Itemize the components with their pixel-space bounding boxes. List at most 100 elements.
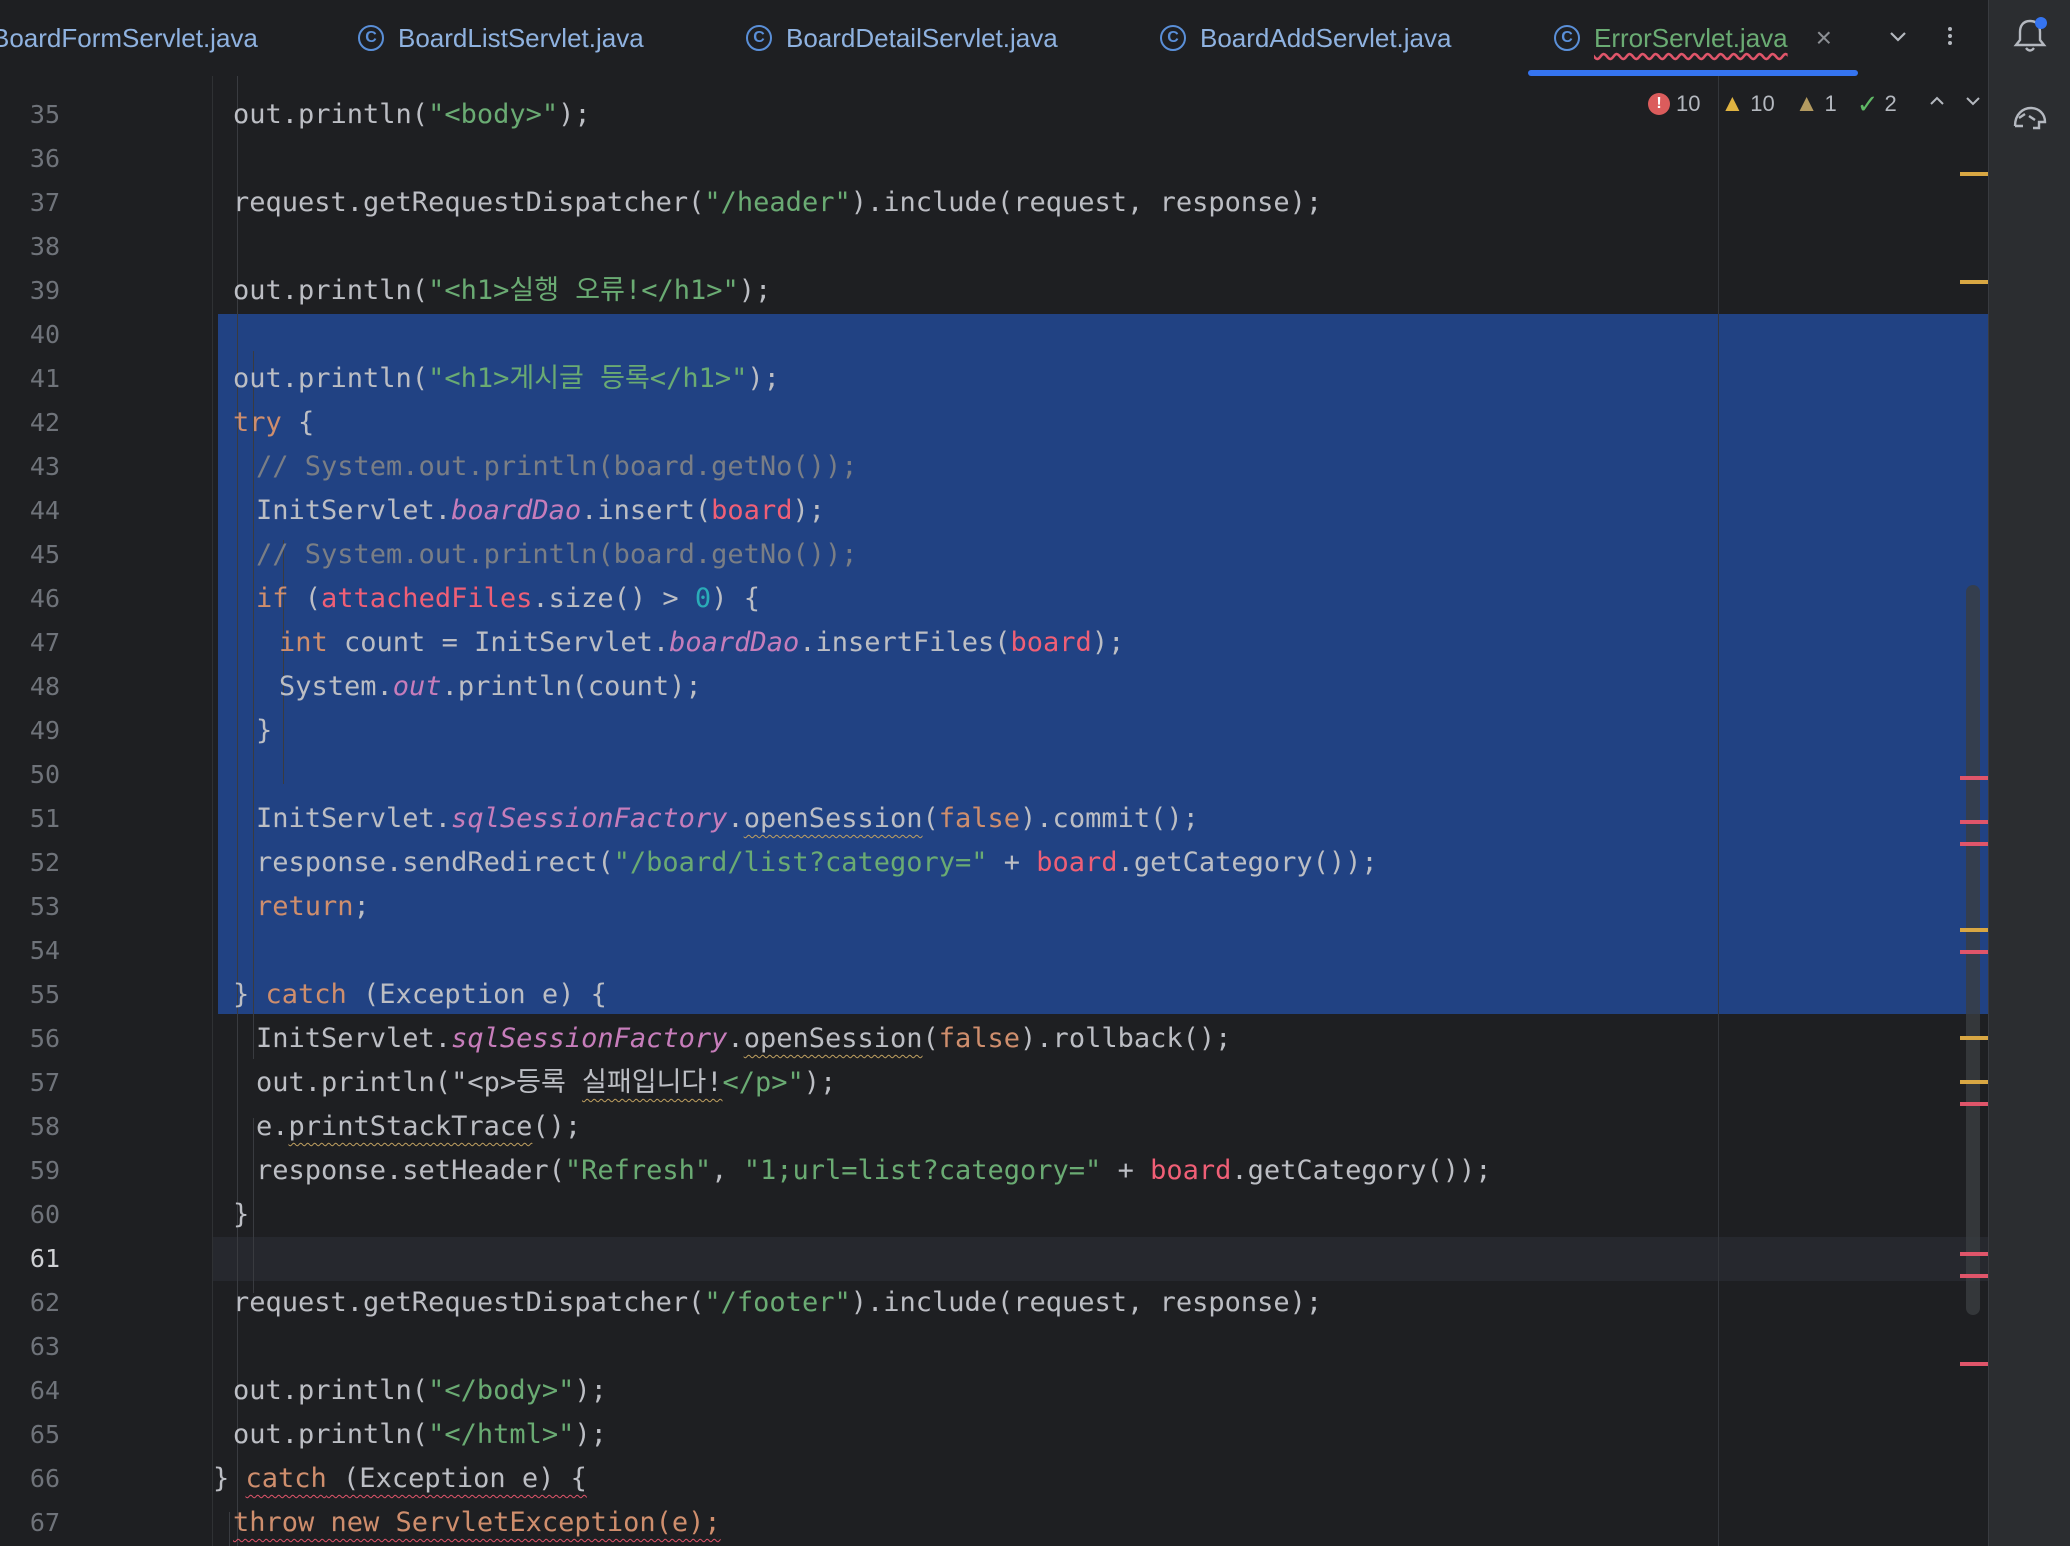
line-number[interactable]: 39	[0, 269, 60, 313]
warning-marker[interactable]	[1960, 172, 1988, 176]
code-line[interactable]: } catch (Exception e) {	[213, 1457, 587, 1501]
warning-marker[interactable]	[1960, 928, 1988, 932]
error-marker[interactable]	[1960, 1362, 1988, 1366]
line-number[interactable]: 40	[0, 313, 60, 357]
line-number[interactable]: 41	[0, 357, 60, 401]
code-line[interactable]: return;	[256, 885, 370, 929]
code-line[interactable]: try {	[233, 401, 314, 445]
code-line[interactable]: throw new ServletException(e);	[233, 1501, 721, 1545]
inspection-widget[interactable]: ! 10 ▲ 10 ▲ 1 ✓ 2	[1648, 86, 1983, 122]
code-line[interactable]: response.setHeader("Refresh", "1;url=lis…	[256, 1149, 1491, 1193]
code-token: .getCategory());	[1117, 847, 1378, 878]
line-number[interactable]: 38	[0, 225, 60, 269]
warning-marker[interactable]	[1960, 280, 1988, 284]
tab-boarddetailservlet[interactable]: C BoardDetailServlet.java	[746, 0, 1058, 76]
code-line[interactable]: e.printStackTrace();	[256, 1105, 581, 1149]
code-line[interactable]: InitServlet.boardDao.insert(board);	[256, 489, 825, 533]
line-number[interactable]: 59	[0, 1149, 60, 1193]
code-line[interactable]: System.out.println(count);	[279, 665, 702, 709]
code-line[interactable]: }	[233, 1193, 249, 1237]
line-number[interactable]: 51	[0, 797, 60, 841]
line-number[interactable]: 66	[0, 1457, 60, 1501]
error-marker[interactable]	[1960, 842, 1988, 846]
line-number[interactable]: 67	[0, 1501, 60, 1545]
error-marker[interactable]	[1960, 1102, 1988, 1106]
code-editor[interactable]: out.println("<body>"); request.getRequest…	[213, 76, 1988, 1546]
line-number[interactable]: 55	[0, 973, 60, 1017]
ai-assistant-icon[interactable]	[2007, 94, 2053, 140]
code-token: );	[747, 363, 780, 394]
chevron-up-icon[interactable]	[1927, 91, 1947, 117]
line-number[interactable]: 57	[0, 1061, 60, 1105]
error-marker[interactable]	[1960, 1252, 1988, 1256]
line-number[interactable]: 45	[0, 533, 60, 577]
code-line[interactable]: InitServlet.sqlSessionFactory.openSessio…	[256, 1017, 1231, 1061]
error-marker[interactable]	[1960, 1274, 1988, 1278]
warning-count-value: 10	[1750, 91, 1775, 116]
error-marker[interactable]	[1960, 776, 1988, 780]
error-count[interactable]: ! 10	[1648, 91, 1700, 117]
line-number[interactable]: 49	[0, 709, 60, 753]
code-line[interactable]: // System.out.println(board.getNo());	[256, 445, 857, 489]
line-number[interactable]: 43	[0, 445, 60, 489]
code-line[interactable]: request.getRequestDispatcher("/header").…	[233, 181, 1322, 225]
typo-ok-count[interactable]: ✓ 2	[1857, 89, 1897, 120]
code-line[interactable]: out.println("</body>");	[233, 1369, 607, 1413]
warning-marker[interactable]	[1960, 1080, 1988, 1084]
code-line[interactable]: } catch (Exception e) {	[233, 973, 607, 1017]
line-number[interactable]: 60	[0, 1193, 60, 1237]
code-line[interactable]: out.println("<h1>실행 오류!</h1>");	[233, 269, 771, 313]
line-number[interactable]: 54	[0, 929, 60, 973]
chevron-down-icon[interactable]	[1963, 91, 1983, 117]
line-number[interactable]: 64	[0, 1369, 60, 1413]
tab-errorservlet[interactable]: C ErrorServlet.java ×	[1554, 0, 1832, 76]
line-number[interactable]: 58	[0, 1105, 60, 1149]
warning-icon: ▲	[1720, 90, 1745, 117]
code-line[interactable]: out.println("<p>등록 실패입니다!</p>");	[256, 1061, 836, 1105]
tab-boardlistservlet[interactable]: C BoardListServlet.java	[358, 0, 644, 76]
weak-warning-count[interactable]: ▲ 1	[1795, 90, 1837, 118]
more-vertical-icon[interactable]	[1930, 16, 1970, 56]
line-number[interactable]: 47	[0, 621, 60, 665]
line-number[interactable]: 42	[0, 401, 60, 445]
close-icon[interactable]: ×	[1816, 22, 1832, 54]
line-number[interactable]: 35	[0, 93, 60, 137]
line-number[interactable]: 65	[0, 1413, 60, 1457]
line-number[interactable]: 48	[0, 665, 60, 709]
line-number[interactable]: 62	[0, 1281, 60, 1325]
code-line[interactable]: }	[256, 709, 272, 753]
line-number[interactable]: 36	[0, 137, 60, 181]
line-number-gutter[interactable]: 35 36 37 38 39 40 41 42 43 44 45 46 47 48 49 50 51 52 53 54…	[0, 76, 213, 1546]
line-number[interactable]: 46	[0, 577, 60, 621]
code-line[interactable]: // System.out.println(board.getNo());	[256, 533, 857, 577]
line-number[interactable]: 50	[0, 753, 60, 797]
line-number[interactable]: 52	[0, 841, 60, 885]
code-line[interactable]: InitServlet.sqlSessionFactory.openSessio…	[256, 797, 1199, 841]
line-number[interactable]: 63	[0, 1325, 60, 1369]
line-number[interactable]: 37	[0, 181, 60, 225]
tab-boardformservlet[interactable]: BoardFormServlet.java	[0, 0, 258, 76]
error-marker[interactable]	[1960, 820, 1988, 824]
bell-icon[interactable]	[2007, 12, 2053, 58]
code-line[interactable]: out.println("</html>");	[233, 1413, 607, 1457]
line-number[interactable]: 56	[0, 1017, 60, 1061]
code-line[interactable]: int count = InitServlet.boardDao.insertF…	[279, 621, 1124, 665]
line-number[interactable]: 44	[0, 489, 60, 533]
chevron-down-icon[interactable]	[1878, 16, 1918, 56]
code-token: .getCategory());	[1231, 1155, 1492, 1186]
code-token: out.println(	[233, 363, 429, 394]
tab-boardaddservlet[interactable]: C BoardAddServlet.java	[1160, 0, 1451, 76]
code-token: board	[1150, 1155, 1232, 1186]
warning-marker[interactable]	[1960, 1036, 1988, 1040]
code-line[interactable]: response.sendRedirect("/board/list?categ…	[256, 841, 1378, 885]
error-marker[interactable]	[1960, 950, 1988, 954]
code-line[interactable]: request.getRequestDispatcher("/footer").…	[233, 1281, 1322, 1325]
line-number[interactable]: 53	[0, 885, 60, 929]
code-line[interactable]: if (attachedFiles.size() > 0) {	[256, 577, 760, 621]
code-token: attachedFiles	[321, 583, 533, 614]
warning-count[interactable]: ▲ 10	[1720, 90, 1774, 118]
code-line[interactable]: out.println("<h1>게시글 등록</h1>");	[233, 357, 780, 401]
code-line[interactable]: out.println("<body>");	[233, 93, 591, 137]
code-token: }	[233, 979, 266, 1010]
line-number[interactable]: 61	[0, 1237, 60, 1281]
